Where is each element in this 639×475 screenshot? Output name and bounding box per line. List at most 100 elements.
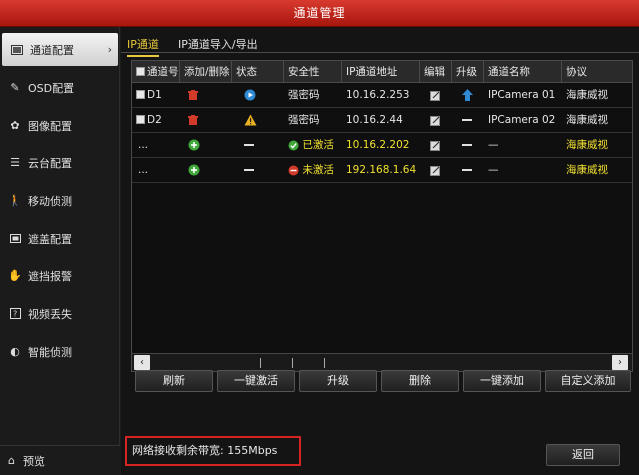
header-channel[interactable]: 通道号 bbox=[132, 61, 180, 83]
tab-ip-channel[interactable]: IP通道 bbox=[127, 36, 159, 57]
sidebar-item-label: 云台配置 bbox=[28, 156, 72, 170]
delete-icon[interactable] bbox=[180, 108, 232, 133]
sidebar-item-smart-detection[interactable]: ◐ 智能侦测 bbox=[0, 335, 120, 368]
channel-table: 通道号 添加/删除 状态 安全性 IP通道地址 编辑 升级 通道名称 协议 D1… bbox=[131, 60, 633, 372]
horizontal-scrollbar[interactable]: ‹ › bbox=[132, 353, 632, 371]
protocol: 海康威视 bbox=[566, 139, 608, 151]
table-row[interactable]: ... 未激活 192.168.1.64 — 海康威视 bbox=[132, 158, 632, 183]
ip-address: 10.16.2.202 bbox=[346, 139, 410, 151]
edit-icon[interactable] bbox=[420, 158, 452, 183]
delete-icon[interactable] bbox=[180, 83, 232, 108]
sidebar-item-label: 图像配置 bbox=[28, 119, 72, 133]
sidebar-item-osd-config[interactable]: ✎ OSD配置 bbox=[0, 71, 120, 104]
add-all-button[interactable]: 一键添加 bbox=[463, 370, 541, 392]
custom-add-button[interactable]: 自定义添加 bbox=[545, 370, 631, 392]
warning-icon bbox=[232, 108, 284, 133]
tamper-icon: ✋ bbox=[8, 269, 22, 282]
security-status: 未激活 bbox=[302, 164, 334, 176]
security-status: 强密码 bbox=[288, 89, 320, 101]
channel-number: D2 bbox=[147, 114, 162, 126]
play-icon[interactable] bbox=[232, 83, 284, 108]
channel-name: IPCamera 02 bbox=[488, 114, 556, 126]
ip-address: 192.168.1.64 bbox=[346, 164, 417, 176]
sidebar-item-label: 视频丢失 bbox=[28, 307, 72, 321]
dash-icon bbox=[452, 108, 484, 133]
table-row[interactable]: D2 强密码 10.16.2.44 IPCamera 02 海康威视 bbox=[132, 108, 632, 133]
sidebar-item-video-loss[interactable]: ? 视频丢失 bbox=[0, 297, 120, 330]
scroll-right-icon[interactable]: › bbox=[612, 355, 628, 370]
check-circle-icon bbox=[288, 140, 299, 150]
bandwidth-status: 网络接收剩余带宽: 155Mbps bbox=[125, 436, 301, 466]
security-status: 已激活 bbox=[302, 139, 334, 151]
sidebar-item-ptz-config[interactable]: ☰ 云台配置 bbox=[0, 146, 120, 179]
ip-address: 10.16.2.44 bbox=[346, 114, 403, 126]
channel-name: — bbox=[488, 139, 499, 151]
block-circle-icon bbox=[288, 165, 299, 175]
sidebar-item-label: 智能侦测 bbox=[28, 345, 72, 359]
main-panel: IP通道 IP通道导入/导出 通道号 添加/删除 状态 安全性 IP通道地址 编… bbox=[121, 27, 639, 475]
tab-ip-import-export[interactable]: IP通道导入/导出 bbox=[178, 36, 258, 52]
edit-icon[interactable] bbox=[420, 108, 452, 133]
action-bar: 刷新 一键激活 升级 删除 一键添加 自定义添加 bbox=[135, 370, 635, 392]
upgrade-button[interactable]: 升级 bbox=[299, 370, 377, 392]
table-row[interactable]: D1 强密码 10.16.2.253 IPCamera 01 海康威视 bbox=[132, 83, 632, 108]
protocol: 海康威视 bbox=[566, 89, 608, 101]
home-icon: ⌂ bbox=[8, 454, 15, 467]
channel-number: D1 bbox=[147, 89, 162, 101]
select-all-checkbox[interactable] bbox=[136, 67, 145, 76]
edit-icon[interactable] bbox=[420, 133, 452, 158]
activate-all-button[interactable]: 一键激活 bbox=[217, 370, 295, 392]
chevron-right-icon: › bbox=[107, 43, 112, 56]
preview-button[interactable]: ⌂ 预览 bbox=[0, 445, 120, 475]
ptz-icon: ☰ bbox=[10, 156, 20, 169]
header-name: 通道名称 bbox=[484, 61, 562, 83]
header-add-delete: 添加/删除 bbox=[180, 61, 232, 83]
header-security: 安全性 bbox=[284, 61, 342, 83]
sidebar-item-label: 通道配置 bbox=[30, 43, 74, 57]
scroll-left-icon[interactable]: ‹ bbox=[134, 355, 150, 370]
sidebar-item-motion-detection[interactable]: 🚶 移动侦测 bbox=[0, 184, 120, 217]
preview-label: 预览 bbox=[22, 454, 45, 468]
sidebar-item-label: 移动侦测 bbox=[28, 194, 72, 208]
sidebar-item-label: 遮盖配置 bbox=[28, 232, 72, 246]
row-checkbox[interactable] bbox=[136, 115, 145, 124]
security-status: 强密码 bbox=[288, 114, 320, 126]
smart-icon: ◐ bbox=[10, 345, 20, 358]
add-icon[interactable] bbox=[180, 158, 232, 183]
motion-icon: 🚶 bbox=[8, 194, 22, 207]
header-upgrade: 升级 bbox=[452, 61, 484, 83]
video-loss-icon: ? bbox=[8, 307, 22, 321]
refresh-button[interactable]: 刷新 bbox=[135, 370, 213, 392]
dash-icon bbox=[452, 133, 484, 158]
sidebar: 通道配置 › ✎ OSD配置 ✿ 图像配置 ☰ 云台配置 🚶 移动侦测 遮盖配置… bbox=[0, 27, 120, 475]
sidebar-item-channel-config[interactable]: 通道配置 › bbox=[2, 33, 118, 66]
bandwidth-value: 155Mbps bbox=[227, 444, 278, 457]
image-icon: ✿ bbox=[10, 119, 20, 132]
add-icon[interactable] bbox=[180, 133, 232, 158]
sidebar-item-tamper-alarm[interactable]: ✋ 遮挡报警 bbox=[0, 259, 120, 292]
ip-address: 10.16.2.253 bbox=[346, 89, 410, 101]
channel-name: IPCamera 01 bbox=[488, 89, 556, 101]
dash-icon bbox=[452, 158, 484, 183]
delete-button[interactable]: 删除 bbox=[381, 370, 459, 392]
header-ip: IP通道地址 bbox=[342, 61, 420, 83]
bandwidth-label: 网络接收剩余带宽: bbox=[132, 444, 224, 457]
header-status: 状态 bbox=[232, 61, 284, 83]
sidebar-item-label: 遮挡报警 bbox=[28, 269, 72, 283]
window-title: 通道管理 bbox=[0, 0, 639, 27]
sidebar-item-image-config[interactable]: ✿ 图像配置 bbox=[0, 109, 120, 142]
sidebar-item-label: OSD配置 bbox=[28, 81, 75, 95]
table-row[interactable]: ... 已激活 10.16.2.202 — 海康威视 bbox=[132, 133, 632, 158]
upgrade-arrow-icon[interactable] bbox=[452, 83, 484, 108]
edit-icon[interactable] bbox=[420, 83, 452, 108]
channel-number: ... bbox=[138, 164, 149, 176]
protocol: 海康威视 bbox=[566, 114, 608, 126]
back-button[interactable]: 返回 bbox=[546, 444, 620, 466]
mask-icon bbox=[8, 232, 22, 246]
sidebar-item-mask-config[interactable]: 遮盖配置 bbox=[0, 222, 120, 255]
row-checkbox[interactable] bbox=[136, 90, 145, 99]
tab-bar: IP通道 IP通道导入/导出 bbox=[121, 33, 639, 57]
table-header: 通道号 添加/删除 状态 安全性 IP通道地址 编辑 升级 通道名称 协议 bbox=[132, 61, 632, 83]
channel-number: ... bbox=[138, 139, 149, 151]
protocol: 海康威视 bbox=[566, 164, 608, 176]
